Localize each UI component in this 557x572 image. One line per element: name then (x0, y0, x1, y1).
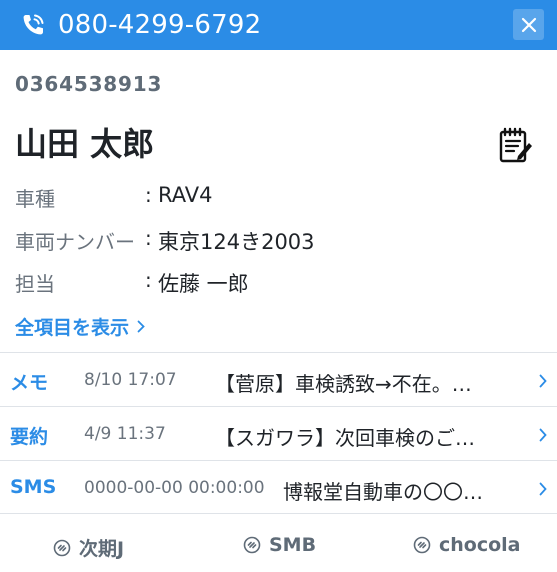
field-value-staff: 佐藤 一郎 (158, 272, 249, 296)
field-value-car-model: RAV4 (158, 183, 213, 207)
activity-row-summary[interactable]: 要約 4/9 11:37 【スガワラ】次回車検のご… (0, 406, 557, 460)
field-label-car-model: 車種 (15, 187, 55, 211)
field-separator: : (145, 268, 152, 292)
notepad-edit-icon[interactable] (498, 127, 534, 165)
chevron-right-icon (137, 320, 145, 333)
link-icon (53, 539, 71, 557)
show-all-label: 全項目を表示 (15, 317, 130, 339)
activity-date: 0000-00-00 00:00:00 (84, 478, 265, 498)
activity-list: メモ 8/10 17:07 【菅原】車検誘致→不在。… 要約 4/9 11:37… (0, 352, 557, 514)
footer-link-label: 次期J (79, 538, 125, 560)
field-value-plate-number: 東京124き2003 (158, 230, 315, 254)
footer-link-smb[interactable]: SMB (243, 534, 316, 556)
external-links-footer: 次期J SMB chocola (0, 516, 557, 572)
chevron-right-icon (539, 482, 547, 496)
caller-phone-number: 080-4299-6792 (58, 10, 262, 40)
link-icon (413, 536, 431, 554)
activity-text: 【スガワラ】次回車検のご… (215, 426, 475, 450)
activity-row-memo[interactable]: メモ 8/10 17:07 【菅原】車検誘致→不在。… (0, 352, 557, 406)
footer-link-label: SMB (269, 534, 317, 556)
customer-name: 山田 太郎 (15, 125, 155, 163)
field-label-plate-number: 車両ナンバー (15, 230, 135, 254)
activity-type: メモ (10, 372, 49, 394)
field-separator: : (145, 226, 152, 250)
chevron-right-icon (539, 428, 547, 442)
activity-text: 【菅原】車検誘致→不在。… (215, 372, 472, 396)
field-separator: : (145, 183, 152, 207)
phone-call-icon (20, 12, 46, 38)
close-icon (521, 17, 536, 32)
footer-link-label: chocola (439, 534, 521, 556)
close-button[interactable] (513, 9, 544, 40)
customer-code: 0364538913 (15, 72, 163, 96)
chevron-right-icon (539, 374, 547, 388)
link-icon (243, 536, 261, 554)
footer-link-chocola[interactable]: chocola (413, 534, 521, 556)
activity-type: 要約 (10, 426, 49, 448)
field-label-staff: 担当 (15, 272, 55, 296)
customer-call-panel: 080-4299-6792 0364538913 山田 太郎 車種 : RAV4… (0, 0, 557, 572)
activity-date: 8/10 17:07 (84, 370, 177, 390)
call-header: 080-4299-6792 (0, 0, 557, 50)
activity-row-sms[interactable]: SMS 0000-00-00 00:00:00 博報堂自動車の〇〇… (0, 460, 557, 514)
show-all-fields-link[interactable]: 全項目を表示 (15, 313, 145, 340)
footer-link-jiki-j[interactable]: 次期J (53, 534, 124, 561)
activity-text: 博報堂自動車の〇〇… (283, 480, 483, 504)
activity-type: SMS (10, 476, 57, 498)
activity-date: 4/9 11:37 (84, 424, 166, 444)
